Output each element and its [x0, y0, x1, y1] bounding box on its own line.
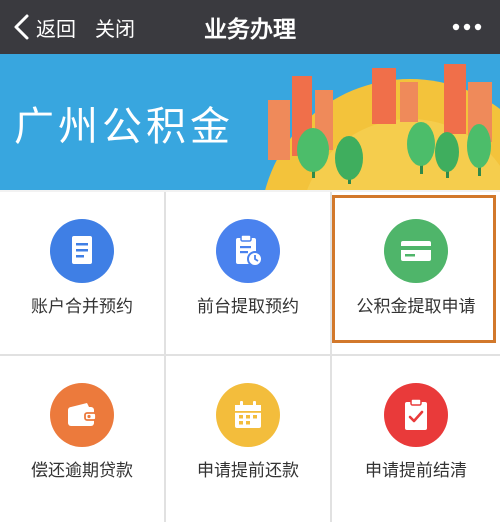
document-icon	[72, 236, 92, 264]
clipboard-check-icon	[405, 398, 427, 430]
service-counter-withdraw-booking[interactable]: 前台提取预约	[166, 192, 330, 354]
service-label: 申请提前还款	[197, 461, 299, 481]
clipboard-clock-icon	[236, 234, 263, 267]
service-early-settlement[interactable]: 申请提前结清	[332, 356, 500, 522]
service-icon-bg	[384, 383, 448, 447]
service-account-merge[interactable]: 账户合并预约	[0, 192, 164, 354]
back-label: 返回	[36, 16, 76, 41]
top-nav-bar: 返回 关闭 业务办理	[0, 0, 500, 54]
service-early-repayment[interactable]: 申请提前还款	[166, 356, 330, 522]
service-label: 申请提前结清	[365, 461, 467, 481]
service-label: 前台提取预约	[197, 297, 299, 317]
back-button[interactable]: 返回	[12, 0, 76, 54]
service-icon-bg	[50, 219, 114, 283]
service-icon-bg	[216, 383, 280, 447]
service-label: 偿还逾期贷款	[31, 461, 133, 481]
service-label: 公积金提取申请	[356, 297, 476, 317]
service-repay-overdue-loan[interactable]: 偿还逾期贷款	[0, 356, 164, 522]
service-icon-bg	[50, 383, 114, 447]
service-icon-bg	[384, 219, 448, 283]
card-icon	[401, 241, 431, 261]
service-label: 账户合并预约	[31, 297, 133, 317]
more-dots-icon	[452, 23, 482, 31]
banner: 广州公积金	[0, 54, 500, 190]
wallet-icon	[68, 403, 97, 426]
chevron-left-icon	[14, 14, 29, 40]
close-button[interactable]: 关闭	[95, 0, 135, 54]
calendar-icon	[235, 401, 261, 428]
more-button[interactable]	[452, 0, 482, 54]
banner-title: 广州公积金	[14, 104, 234, 150]
service-grid: 账户合并预约 前台提取预约 公积金提取申请 偿还逾期贷款 申请提前还款 申请提前…	[0, 192, 500, 522]
service-icon-bg	[216, 219, 280, 283]
service-fund-withdraw-apply[interactable]: 公积金提取申请	[332, 192, 500, 354]
